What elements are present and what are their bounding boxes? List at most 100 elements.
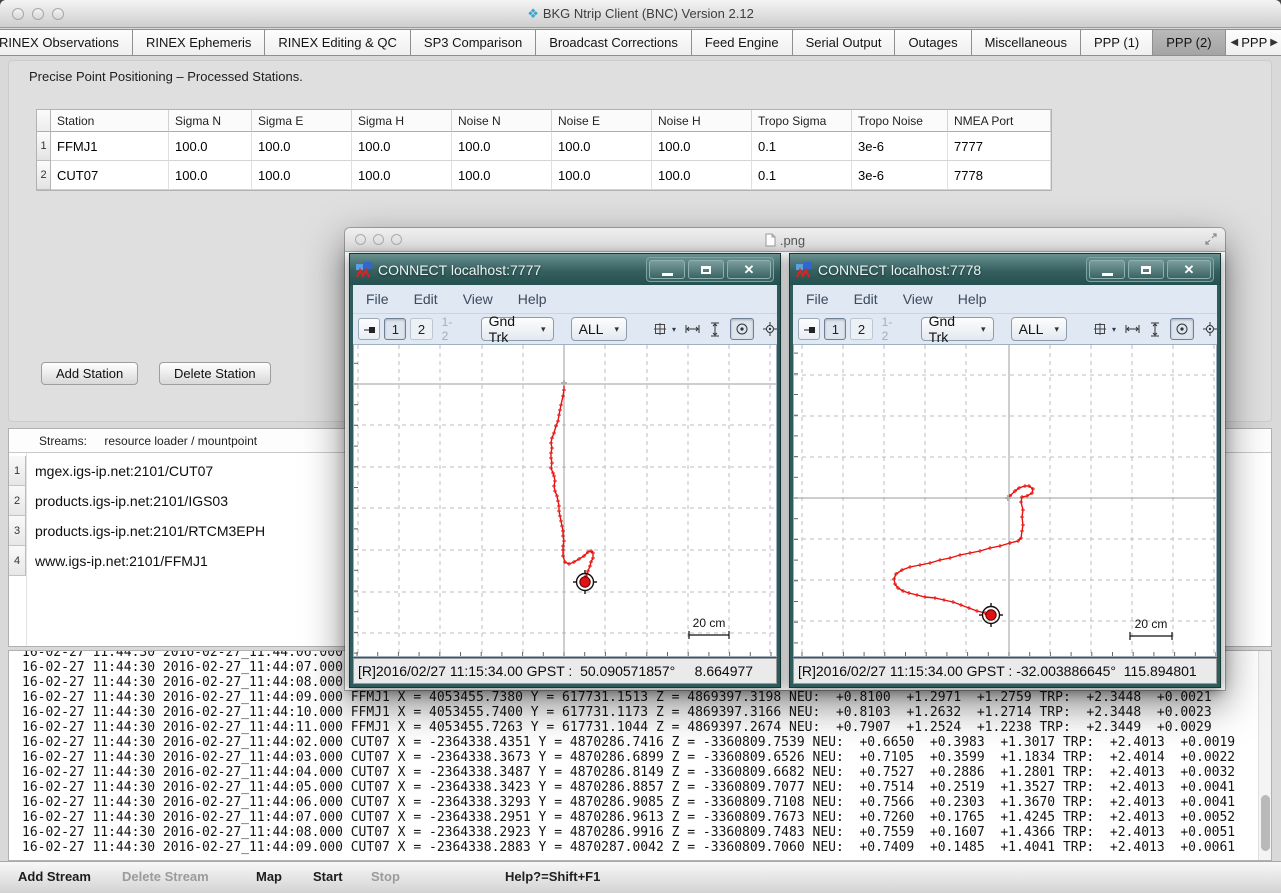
table-cell[interactable]: 100.0 [652, 161, 752, 190]
plot-1-button[interactable]: 1 [824, 318, 846, 340]
start-button[interactable]: Start [313, 869, 343, 884]
minimize-button[interactable] [649, 260, 685, 279]
tab-serial-output[interactable]: Serial Output [793, 29, 896, 56]
add-stream-button[interactable]: Add Stream [18, 869, 91, 884]
column-header-sigma-n[interactable]: Sigma N [169, 110, 252, 132]
connect-7778-window[interactable]: CONNECT localhost:7778 ✕ File Edit View … [789, 253, 1221, 688]
table-cell[interactable]: 100.0 [252, 132, 352, 161]
fit-height-icon[interactable] [709, 322, 721, 337]
fit-width-icon[interactable] [685, 323, 700, 335]
row-number[interactable]: 1 [37, 132, 51, 161]
fit-height-icon[interactable] [1149, 322, 1161, 337]
tab-miscellaneous[interactable]: Miscellaneous [972, 29, 1081, 56]
tab-sp3-comparison[interactable]: SP3 Comparison [411, 29, 536, 56]
table-cell[interactable]: 100.0 [169, 132, 252, 161]
ground-track-plot[interactable]: 20 cm [353, 344, 777, 657]
track-point-button[interactable] [798, 318, 820, 340]
column-header-noise-n[interactable]: Noise N [452, 110, 552, 132]
center-tracking-button[interactable] [730, 318, 754, 340]
chevron-down-icon[interactable]: ▾ [1112, 325, 1116, 334]
connect-titlebar[interactable]: CONNECT localhost:7778 ✕ [790, 254, 1220, 285]
stream-row-number[interactable]: 1 [9, 456, 26, 486]
table-cell[interactable]: 100.0 [252, 161, 352, 190]
table-cell[interactable]: CUT07 [51, 161, 169, 190]
menu-help[interactable]: Help [958, 291, 987, 307]
column-header-sigma-e[interactable]: Sigma E [252, 110, 352, 132]
crosshair-icon[interactable] [1203, 322, 1217, 336]
menu-view[interactable]: View [903, 291, 933, 307]
delete-stream-button[interactable]: Delete Stream [122, 869, 209, 884]
menu-help[interactable]: Help [518, 291, 547, 307]
plot-2-button[interactable]: 2 [850, 318, 872, 340]
add-station-button[interactable]: Add Station [41, 362, 138, 385]
table-cell[interactable]: FFMJ1 [51, 132, 169, 161]
resize-icon[interactable] [1205, 233, 1217, 245]
zoom-window-button[interactable] [52, 8, 64, 20]
center-tracking-button[interactable] [1170, 318, 1194, 340]
table-cell[interactable]: 3e-6 [852, 132, 948, 161]
table-cell[interactable]: 7778 [948, 161, 1051, 190]
minimize-button[interactable] [1089, 260, 1125, 279]
png-zoom-button[interactable] [391, 234, 402, 245]
log-scrollbar-thumb[interactable] [1261, 795, 1270, 851]
stream-mountpoint[interactable]: products.igs-ip.net:2101/RTCM3EPH [35, 516, 265, 546]
track-type-dropdown[interactable]: Gnd Trk▾ [481, 317, 554, 341]
table-cell[interactable]: 100.0 [452, 161, 552, 190]
png-minimize-button[interactable] [373, 234, 384, 245]
tab-rinex-editing-qc[interactable]: RINEX Editing & QC [265, 29, 411, 56]
menu-file[interactable]: File [366, 291, 389, 307]
tab-rinex-ephemeris[interactable]: RINEX Ephemeris [133, 29, 265, 56]
crosshair-icon[interactable] [763, 322, 777, 336]
pan-icon[interactable] [653, 322, 667, 336]
png-viewer-window[interactable]: .png CONNECT localhost:7777 ✕ [345, 228, 1225, 690]
map-button[interactable]: Map [256, 869, 282, 884]
stream-row-number[interactable]: 2 [9, 486, 26, 516]
table-cell[interactable]: 100.0 [352, 161, 452, 190]
stop-button[interactable]: Stop [371, 869, 400, 884]
plot-1-button[interactable]: 1 [384, 318, 406, 340]
log-scrollbar[interactable] [1258, 651, 1271, 860]
minimize-window-button[interactable] [32, 8, 44, 20]
table-cell[interactable]: 7777 [948, 132, 1051, 161]
tab-rinex-observations[interactable]: RINEX Observations [0, 29, 133, 56]
track-point-button[interactable] [358, 318, 380, 340]
tab-clipped-fragment[interactable]: PPP [1241, 30, 1267, 56]
delete-station-button[interactable]: Delete Station [159, 362, 271, 385]
close-button[interactable]: ✕ [1167, 260, 1211, 279]
connect-titlebar[interactable]: CONNECT localhost:7777 ✕ [350, 254, 780, 285]
column-header-nmea-port[interactable]: NMEA Port [948, 110, 1051, 132]
png-close-button[interactable] [355, 234, 366, 245]
column-header-tropo-sigma[interactable]: Tropo Sigma [752, 110, 852, 132]
menu-edit[interactable]: Edit [414, 291, 438, 307]
table-cell[interactable]: 3e-6 [852, 161, 948, 190]
table-cell[interactable]: 100.0 [552, 132, 652, 161]
tab-scroll-left-icon[interactable]: ◀ [1231, 30, 1239, 56]
stream-mountpoint[interactable]: mgex.igs-ip.net:2101/CUT07 [35, 456, 213, 486]
satellite-dropdown[interactable]: ALL▾ [571, 317, 627, 341]
column-header-noise-h[interactable]: Noise H [652, 110, 752, 132]
column-header-station[interactable]: Station [51, 110, 169, 132]
png-titlebar[interactable]: .png [345, 228, 1225, 252]
tab-feed-engine[interactable]: Feed Engine [692, 29, 793, 56]
close-button[interactable]: ✕ [727, 260, 771, 279]
tab-ppp-2-[interactable]: PPP (2) [1153, 29, 1225, 56]
connect-7777-window[interactable]: CONNECT localhost:7777 ✕ File Edit View … [349, 253, 781, 688]
column-header-sigma-h[interactable]: Sigma H [352, 110, 452, 132]
stream-row-number[interactable]: 3 [9, 516, 26, 546]
menu-view[interactable]: View [463, 291, 493, 307]
stream-row-number[interactable]: 4 [9, 546, 26, 576]
column-header-noise-e[interactable]: Noise E [552, 110, 652, 132]
tab-outages[interactable]: Outages [895, 29, 971, 56]
menu-file[interactable]: File [806, 291, 829, 307]
tab-scroll-right-icon[interactable]: ▶ [1270, 30, 1278, 56]
pan-icon[interactable] [1093, 322, 1107, 336]
tab-broadcast-corrections[interactable]: Broadcast Corrections [536, 29, 692, 56]
fit-width-icon[interactable] [1125, 323, 1140, 335]
stream-mountpoint[interactable]: products.igs-ip.net:2101/IGS03 [35, 486, 228, 516]
table-cell[interactable]: 100.0 [552, 161, 652, 190]
table-cell[interactable]: 100.0 [652, 132, 752, 161]
table-cell[interactable]: 100.0 [452, 132, 552, 161]
maximize-button[interactable] [1128, 260, 1164, 279]
maximize-button[interactable] [688, 260, 724, 279]
ground-track-plot[interactable]: 20 cm [793, 344, 1217, 657]
